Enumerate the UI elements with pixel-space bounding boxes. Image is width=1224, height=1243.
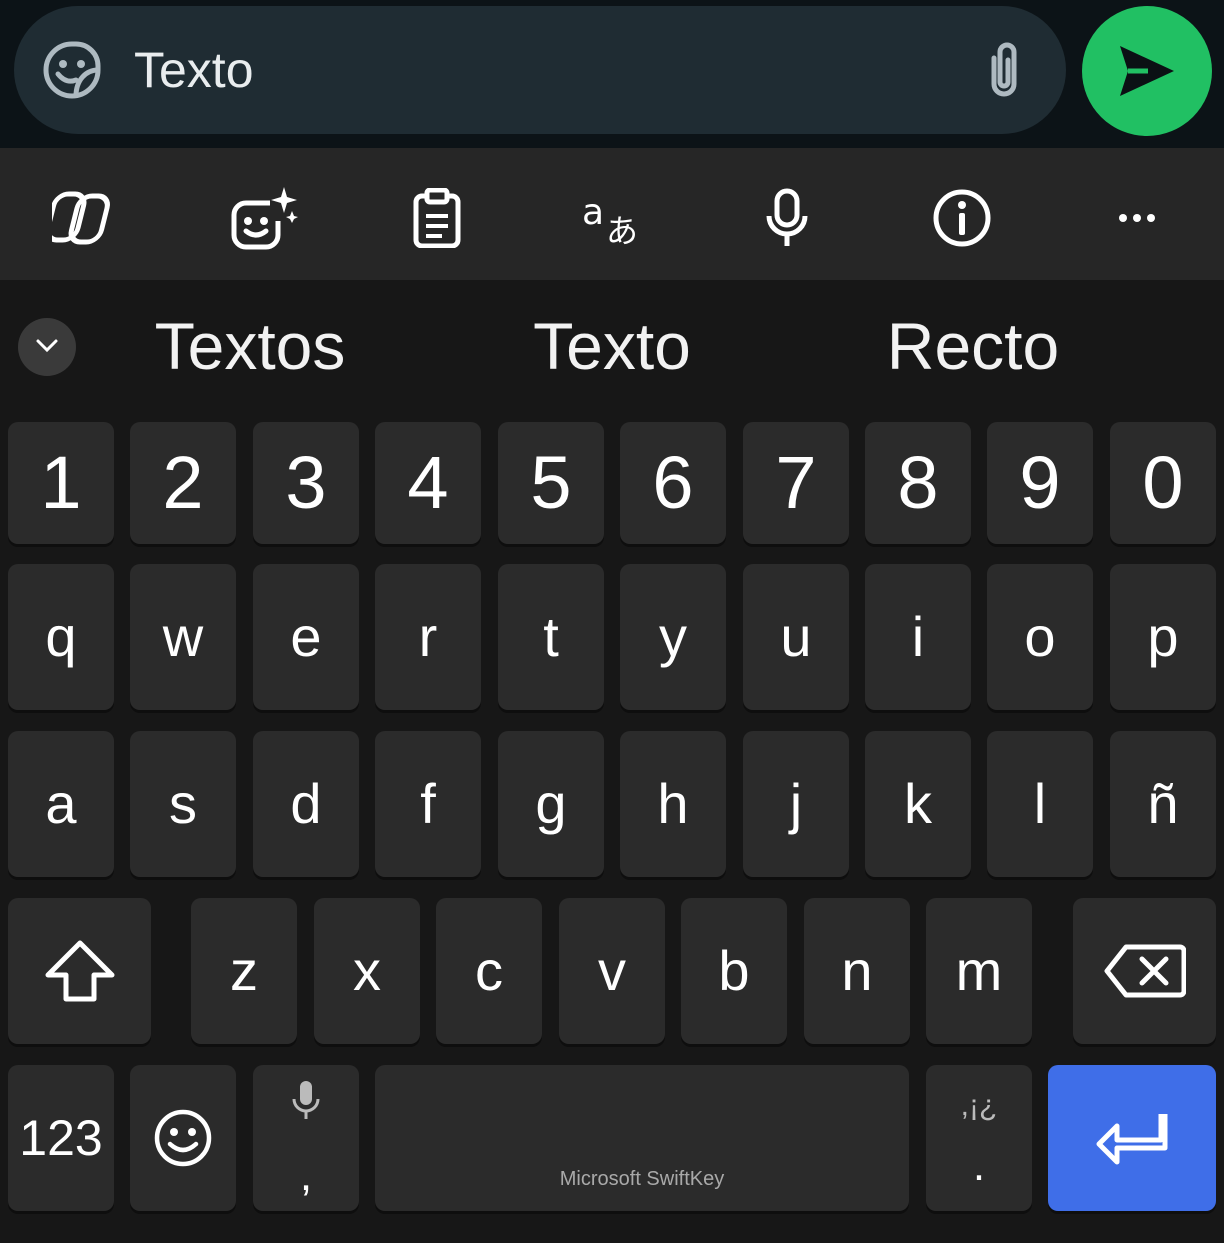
microphone-icon (766, 188, 808, 246)
message-input-bar[interactable]: Texto (14, 6, 1066, 134)
translate-button[interactable]: a あ (572, 178, 652, 258)
ai-sticker-icon (231, 187, 298, 250)
backspace-key[interactable] (1073, 898, 1216, 1044)
key-p[interactable]: p (1110, 564, 1216, 710)
key-8[interactable]: 8 (865, 422, 971, 544)
key-q[interactable]: q (8, 564, 114, 710)
key-t[interactable]: t (498, 564, 604, 710)
ai-sticker-button[interactable] (222, 178, 302, 258)
clipboard-icon (413, 188, 461, 248)
key-4[interactable]: 4 (375, 422, 481, 544)
send-icon (1120, 46, 1174, 96)
comma-label: , (299, 1151, 313, 1200)
key-x[interactable]: x (314, 898, 420, 1044)
chevron-down-icon (36, 339, 58, 353)
message-input[interactable]: Texto (134, 40, 254, 100)
key-a[interactable]: a (8, 731, 114, 877)
info-button[interactable] (922, 178, 1002, 258)
svg-text:あ: あ (606, 212, 638, 246)
key-j[interactable]: j (743, 731, 849, 877)
send-button[interactable] (1082, 6, 1212, 136)
key-z[interactable]: z (191, 898, 297, 1044)
numbers-key[interactable]: 123 (8, 1065, 114, 1211)
chat-input-area: Texto (0, 0, 1224, 148)
keyboard-toolbar: a あ (0, 148, 1224, 280)
suggestion-2[interactable]: Texto (462, 308, 762, 384)
key-b[interactable]: b (681, 898, 787, 1044)
suggestion-3[interactable]: Recto (823, 308, 1123, 384)
punctuation-key[interactable]: ,¡¿ . (926, 1065, 1032, 1211)
shift-icon (45, 940, 114, 1002)
emoji-icon (154, 1109, 212, 1167)
svg-text:a: a (582, 192, 604, 233)
suggestion-bar: Textos Texto Recto (0, 280, 1224, 412)
microphone-icon (292, 1081, 320, 1119)
key-h[interactable]: h (620, 731, 726, 877)
key-1[interactable]: 1 (8, 422, 114, 544)
key-n[interactable]: n (804, 898, 910, 1044)
key-o[interactable]: o (987, 564, 1093, 710)
comma-key[interactable]: , (253, 1065, 359, 1211)
copilot-icon (52, 191, 110, 245)
key-l[interactable]: l (987, 731, 1093, 877)
key-n-tilde[interactable]: ñ (1110, 731, 1216, 877)
key-0[interactable]: 0 (1110, 422, 1216, 544)
key-7[interactable]: 7 (743, 422, 849, 544)
key-s[interactable]: s (130, 731, 236, 877)
key-g[interactable]: g (498, 731, 604, 877)
sticker-icon[interactable] (42, 40, 102, 100)
key-6[interactable]: 6 (620, 422, 726, 544)
key-2[interactable]: 2 (130, 422, 236, 544)
keyboard: 1 2 3 4 5 6 7 8 9 0 q w e r t y u i o p … (0, 412, 1224, 1243)
key-9[interactable]: 9 (987, 422, 1093, 544)
key-y[interactable]: y (620, 564, 726, 710)
collapse-button[interactable] (18, 318, 76, 376)
suggestion-1[interactable]: Textos (100, 308, 400, 384)
backspace-icon (1104, 944, 1186, 998)
voice-button[interactable] (747, 178, 827, 258)
key-k[interactable]: k (865, 731, 971, 877)
enter-icon (1096, 1114, 1168, 1165)
copilot-button[interactable] (47, 178, 127, 258)
emoji-key[interactable] (130, 1065, 236, 1211)
more-icon (1119, 214, 1155, 222)
clipboard-button[interactable] (397, 178, 477, 258)
space-key[interactable]: Microsoft SwiftKey (375, 1065, 909, 1211)
period-label: . (972, 1141, 986, 1190)
shift-key[interactable] (8, 898, 151, 1044)
key-f[interactable]: f (375, 731, 481, 877)
key-e[interactable]: e (253, 564, 359, 710)
key-v[interactable]: v (559, 898, 665, 1044)
space-brand-label: Microsoft SwiftKey (559, 1168, 725, 1190)
key-m[interactable]: m (926, 898, 1032, 1044)
key-5[interactable]: 5 (498, 422, 604, 544)
key-u[interactable]: u (743, 564, 849, 710)
key-c[interactable]: c (436, 898, 542, 1044)
key-w[interactable]: w (130, 564, 236, 710)
translate-icon: a あ (582, 192, 638, 246)
info-icon (933, 189, 991, 247)
paperclip-icon[interactable] (980, 40, 1028, 102)
punctuation-hint: ,¡¿ (960, 1089, 998, 1122)
enter-key[interactable] (1048, 1065, 1216, 1211)
key-d[interactable]: d (253, 731, 359, 877)
key-i[interactable]: i (865, 564, 971, 710)
key-r[interactable]: r (375, 564, 481, 710)
more-button[interactable] (1097, 178, 1177, 258)
key-3[interactable]: 3 (253, 422, 359, 544)
